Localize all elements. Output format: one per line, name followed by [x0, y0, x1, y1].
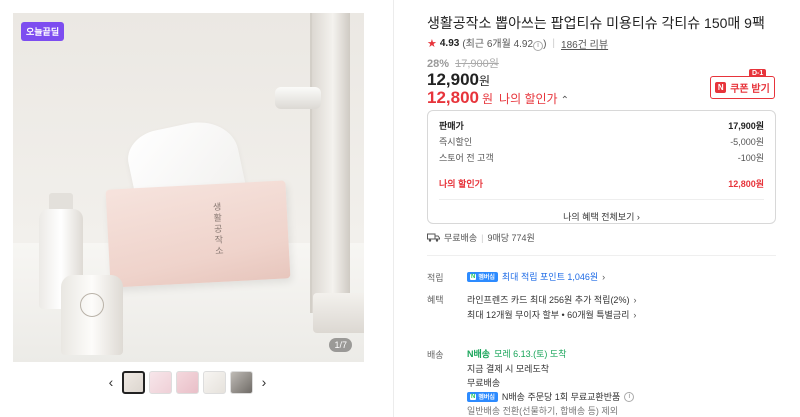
thumbnail-4[interactable]: [203, 370, 226, 394]
points-link[interactable]: N 멤버십 최대 적립 포인트 1,046원 ›: [467, 270, 605, 283]
membership-badge: N 멤버십: [467, 391, 498, 402]
delivery-exclusion: 일반배송 전환(선물하기, 합배송 등) 제외: [467, 406, 618, 416]
coupon-button[interactable]: N 쿠폰 받기: [710, 76, 775, 99]
n-delivery-badge: N배송: [467, 349, 491, 359]
thumbnail-1[interactable]: [122, 370, 145, 394]
product-main-image[interactable]: 생활공작소 오늘끝딜 1/7: [13, 13, 364, 362]
thumbnail-2[interactable]: [149, 370, 172, 394]
chevron-right-icon: ›: [633, 294, 637, 305]
delivery-label: 배송: [427, 350, 444, 360]
image-counter: 1/7: [329, 338, 352, 352]
naver-n-icon: N: [715, 82, 727, 93]
membership-badge: N 멤버십: [467, 271, 498, 282]
info-icon[interactable]: i: [624, 391, 635, 402]
section-divider: [427, 255, 776, 256]
benefits-label: 혜택: [427, 295, 444, 305]
price-breakdown-box: 판매가 17,900원 즉시할인 -5,000원 스토어 전 고객 -100원 …: [427, 110, 776, 224]
thumbnail-5[interactable]: [230, 370, 253, 394]
sale-price: 12,900원: [427, 70, 491, 89]
price-row: 스토어 전 고객 -100원: [439, 152, 764, 163]
rating-row: ★ 4.93 (최근 6개월 4.92 i) | 186건 리뷰: [427, 35, 608, 51]
delivery-fee: 무료배송: [467, 378, 501, 388]
star-icon: ★: [427, 37, 437, 50]
column-divider: [393, 0, 394, 417]
price-row: 판매가 17,900원: [439, 120, 764, 131]
thumbnail-3[interactable]: [176, 370, 199, 394]
delivery-note: 지금 결제 시 모레도착: [467, 364, 550, 374]
points-label: 적립: [427, 273, 444, 283]
discount-row: 28% 17,900원: [427, 55, 499, 71]
delivery-date: N배송 모레 6.13.(토) 도착: [467, 349, 567, 359]
card-benefit-link[interactable]: 라인프렌즈 카드 최대 256원 추가 적립(2%) ›: [467, 293, 636, 306]
review-count-link[interactable]: 186건 리뷰: [561, 36, 608, 51]
rating-score: 4.93: [439, 37, 460, 49]
thumbnail-prev-button[interactable]: ‹: [104, 374, 118, 390]
original-price: 17,900원: [455, 58, 499, 70]
coupon-label: 쿠폰 받기: [730, 84, 770, 95]
deal-badge: 오늘끝딜: [21, 22, 65, 41]
info-icon[interactable]: i: [533, 41, 544, 51]
rating-separator: |: [552, 37, 556, 49]
installment-link[interactable]: 최대 12개월 무이자 할부 • 60개월 특별금리 ›: [467, 308, 636, 321]
my-discount-price[interactable]: 12,800 원 나의 할인가 ⌃: [427, 88, 569, 108]
final-price-row: 나의 할인가 12,800원: [439, 178, 764, 189]
my-price-label: 나의 할인가: [499, 92, 558, 106]
shipping-summary: 무료배송 | 9매당 774원: [427, 231, 535, 244]
truck-icon: [427, 233, 440, 242]
discount-rate: 28%: [427, 58, 450, 70]
tissue-box-image: 생활공작소: [105, 180, 291, 288]
free-return-info: N 멤버십 N배송 주문당 1회 무료교환반품 i: [467, 390, 635, 403]
price-row: 즉시할인 -5,000원: [439, 136, 764, 147]
chevron-right-icon: ›: [602, 271, 606, 282]
thumbnail-strip: ‹ ›: [104, 369, 271, 395]
view-all-benefits-link[interactable]: 나의 혜택 전체보기 ›: [439, 210, 764, 223]
box-label: 생활공작소: [211, 201, 225, 258]
rating-recent: (최근 6개월 4.92 i): [462, 39, 547, 51]
chevron-up-icon: ⌃: [560, 95, 569, 106]
thumbnail-next-button[interactable]: ›: [257, 374, 271, 390]
product-title: 생활공작소 뽑아쓰는 팝업티슈 미용티슈 각티슈 150매 9팩: [427, 15, 765, 31]
chevron-right-icon: ›: [633, 309, 637, 320]
